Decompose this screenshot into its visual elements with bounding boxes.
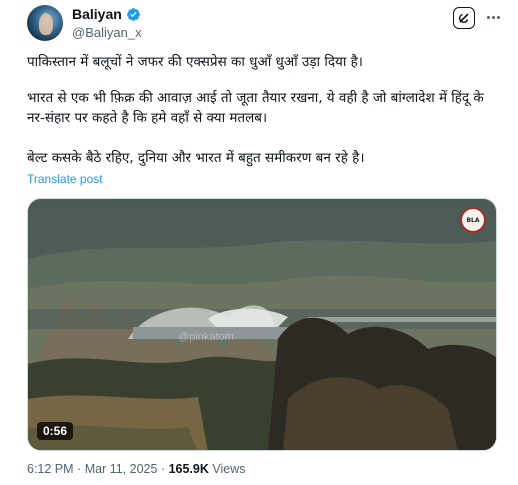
views-label: Views [212,462,246,476]
video-player[interactable]: BLA @pinkatom 0:56 [27,198,497,451]
tweet-paragraph-1: पाकिस्तान में बलूचों ने जफर की एक्सप्रेस… [27,54,363,70]
more-options-button[interactable] [484,8,502,26]
tweet: Baliyan @Baliyan_x पाकिस्तान में बलूचों … [0,0,518,485]
tweet-meta: 6:12 PM · Mar 11, 2025 · 165.9K Views [27,462,246,476]
tweet-paragraph-2: भारत से एक भी फ़िक्र की आवाज़ आई तो जूता… [27,90,484,126]
meta-separator: · [77,462,82,476]
avatar[interactable] [27,5,63,41]
meta-separator-2: · [160,462,166,476]
tweet-date[interactable]: Mar 11, 2025 [85,462,158,476]
video-thumbnail [28,199,496,450]
grok-icon [458,13,469,24]
tweet-time[interactable]: 6:12 PM [27,462,74,476]
grok-button[interactable] [453,7,475,29]
video-duration: 0:56 [37,422,74,440]
video-watermark: @pinkatom [178,331,234,343]
more-horizontal-icon [486,15,490,19]
verified-badge-icon [126,7,140,21]
tweet-paragraph-3: बेल्ट कसके बैठे रहिए, दुनिया और भारत में… [27,150,365,166]
author-name[interactable]: Baliyan [72,6,122,22]
views-count[interactable]: 165.9K [169,462,209,476]
author-name-row[interactable]: Baliyan [72,6,141,22]
watermark-logo: BLA [460,207,486,233]
translate-post-link[interactable]: Translate post [27,172,103,186]
author-handle[interactable]: @Baliyan_x [72,25,142,40]
